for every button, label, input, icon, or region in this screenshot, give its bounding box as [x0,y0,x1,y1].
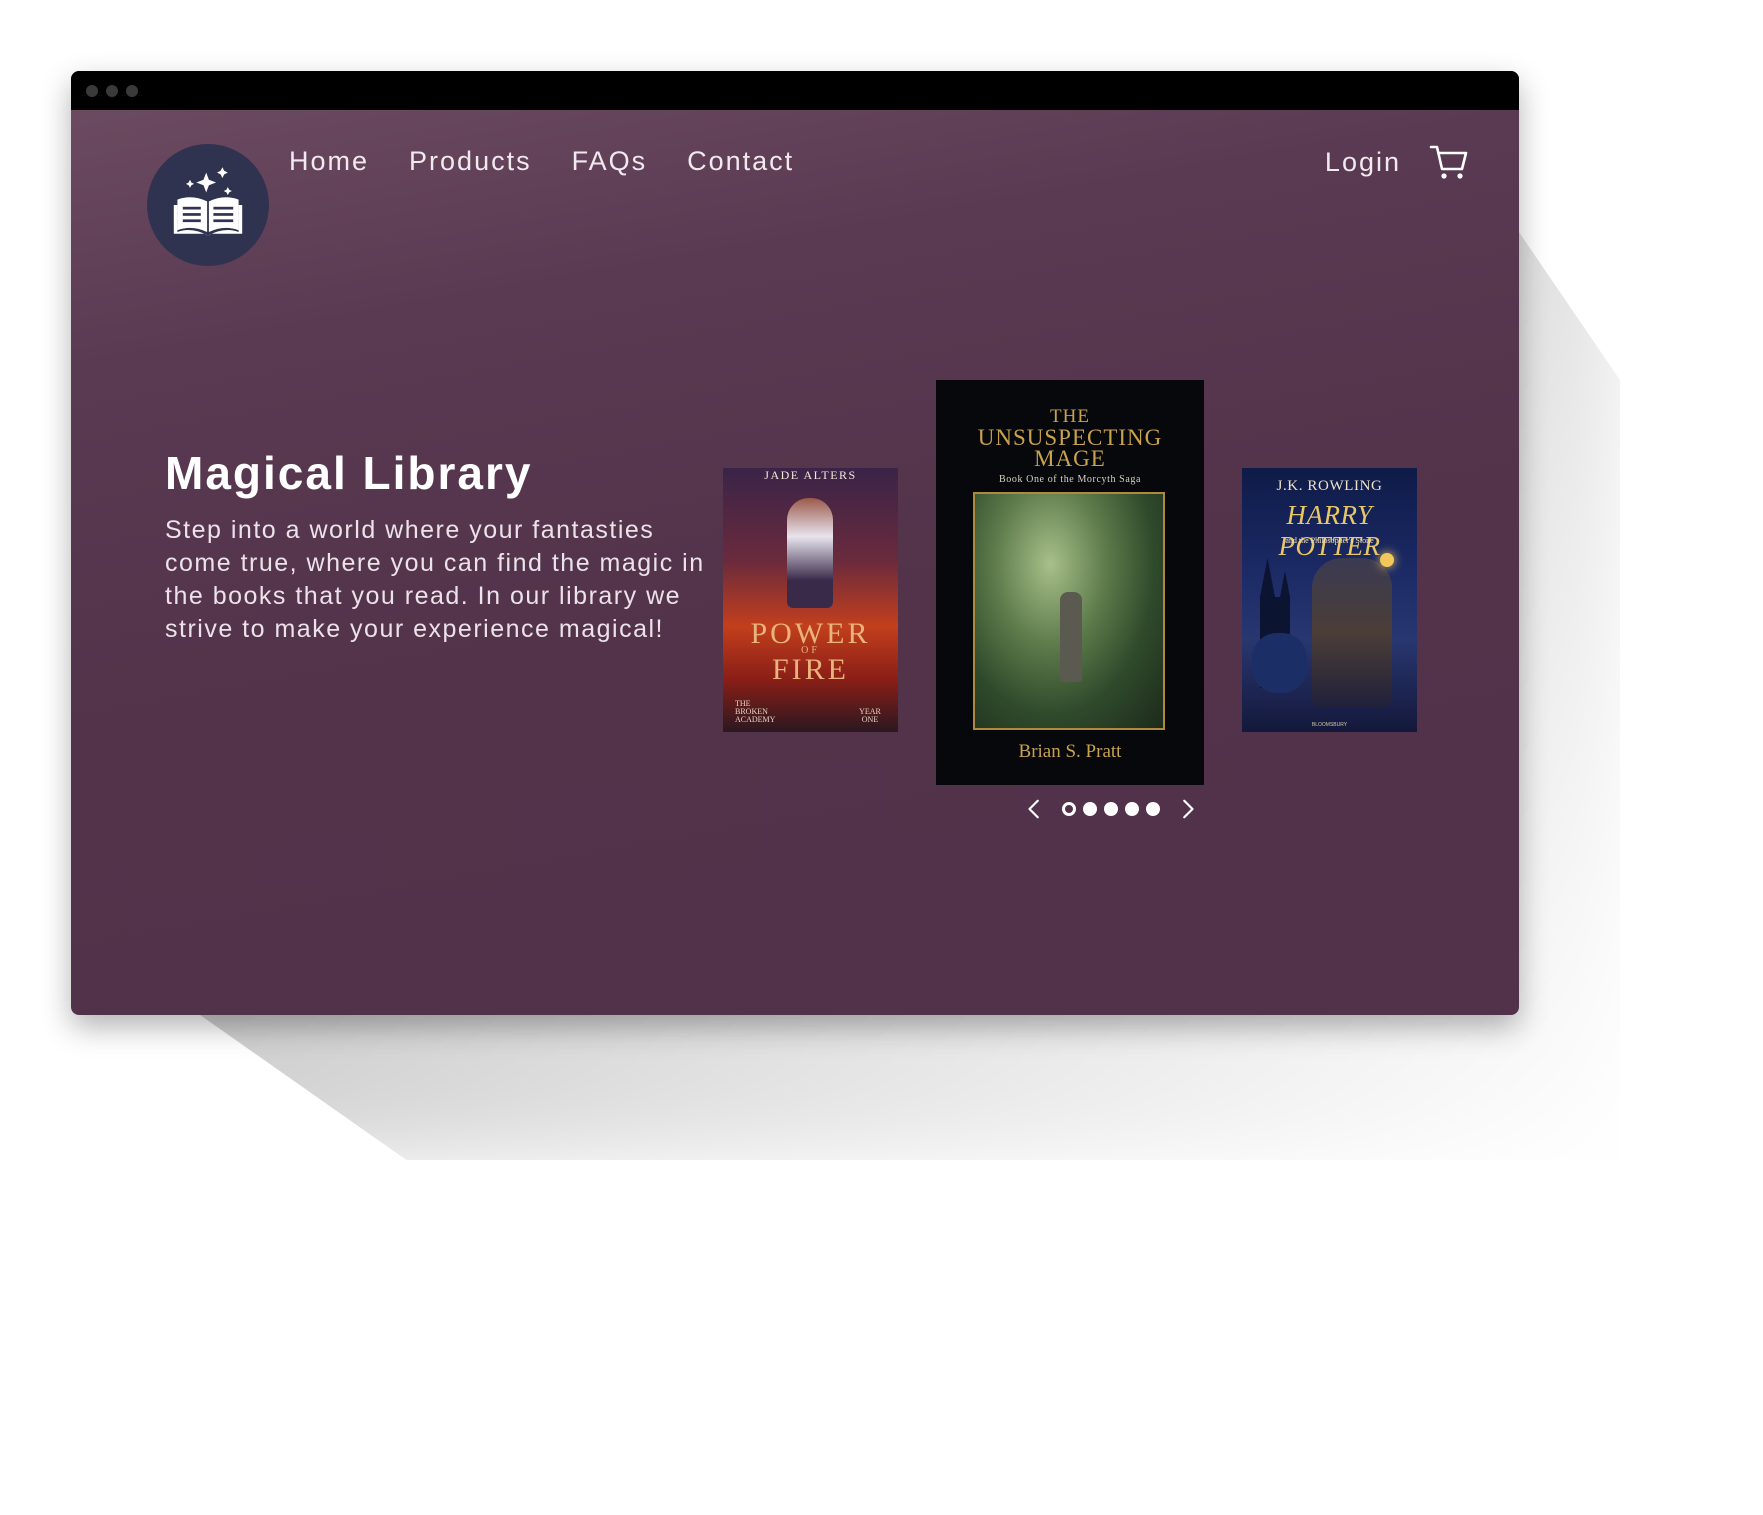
book-author: J.K. ROWLING [1276,478,1383,494]
cover-figure [1059,592,1082,683]
book-stars-icon [173,167,243,236]
hero-description: Step into a world where your fantasties … [165,516,705,643]
book-title: HARRY POTTER [1278,500,1381,561]
book-title-line: UNSUSPECTING [977,425,1163,450]
account-nav: Login [1325,142,1469,182]
hero-title: Magical Library [165,447,533,499]
cover-figure [787,498,833,608]
carousel-dot[interactable] [1125,802,1139,816]
book-cover-harry-potter[interactable]: J.K. ROWLING HARRY POTTER and the Philos… [1242,468,1417,732]
window-control-dot[interactable] [126,84,138,97]
book-subtitle: Book One of the Morcyth Saga [998,474,1142,485]
book-cover-unsuspecting-mage[interactable]: THE UNSUSPECTING MAGE Book One of the Mo… [936,380,1204,785]
book-title: THE UNSUSPECTING MAGE [936,406,1204,471]
nav-faqs[interactable]: FAQs [572,146,648,177]
window-control-dot[interactable] [106,84,118,97]
window-control-dot[interactable] [86,84,98,97]
book-title: POWER OF FIRE [723,613,898,691]
book-subtitle: and the Philosopher's Stone [1285,536,1374,545]
book-year: YEAR ONE [859,707,881,724]
chevron-right-icon[interactable] [1176,798,1198,820]
login-link[interactable]: Login [1325,147,1401,178]
carousel-dot[interactable] [1062,802,1076,816]
book-publisher: BLOOMSBURY [1311,722,1348,728]
nav-home[interactable]: Home [289,146,369,177]
hero-section: Magical Library Step into a world where … [165,446,705,646]
book-cover-power-of-fire[interactable]: JADE ALTERS POWER OF FIRE THE BROKEN ACA… [723,468,898,732]
browser-window: Home Products FAQs Contact Login Magical… [71,71,1519,1015]
book-title-line: THE [1050,406,1090,427]
book-title-line: FIRE [771,653,849,686]
book-title-line: MAGE [1034,446,1106,471]
cover-artwork [973,492,1165,730]
cart-icon[interactable] [1429,142,1469,182]
book-author: JADE ALTERS [764,468,857,482]
main-nav: Home Products FAQs Contact [289,146,794,177]
carousel-dot[interactable] [1083,802,1097,816]
window-titlebar [71,71,1519,110]
site-logo[interactable] [147,144,269,266]
carousel-controls [1024,798,1198,820]
book-series: THE BROKEN ACADEMY [735,699,776,724]
nav-products[interactable]: Products [409,146,532,177]
chevron-left-icon[interactable] [1024,798,1046,820]
carousel-dot[interactable] [1146,802,1160,816]
carousel-dot[interactable] [1104,802,1118,816]
cover-figure [1252,633,1307,693]
book-author: Brian S. Pratt [1018,741,1122,762]
nav-contact[interactable]: Contact [687,146,794,177]
cover-figure [1312,558,1392,708]
